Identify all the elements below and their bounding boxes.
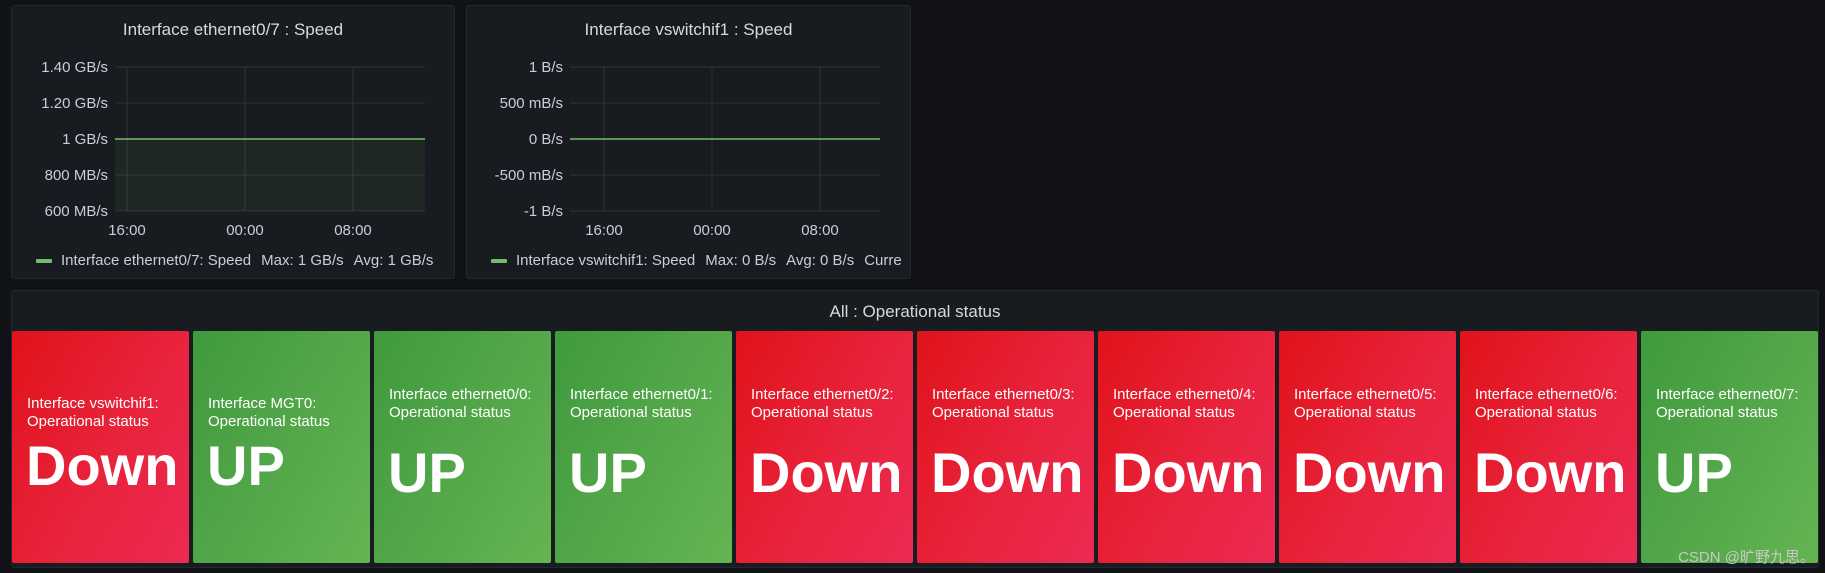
status-tile-value: Down [26, 434, 179, 497]
status-tile-label: Interface ethernet0/0: Operational statu… [389, 386, 532, 421]
status-tile[interactable]: Interface ethernet0/5: Operational statu… [1279, 331, 1456, 563]
status-tile-label: Interface ethernet0/7: Operational statu… [1656, 386, 1799, 421]
x-tick-label: 16:00 [585, 222, 623, 239]
x-tick-label: 00:00 [693, 222, 731, 239]
x-tick-label: 16:00 [108, 222, 146, 239]
legend-current: Curre [864, 252, 902, 269]
x-tick-label: 08:00 [801, 222, 839, 239]
legend-max: Max: 0 B/s [705, 252, 777, 269]
status-tile-label: Interface ethernet0/3: Operational statu… [932, 386, 1075, 421]
status-tile-value: UP [388, 441, 466, 504]
y-tick-label: 600 MB/s [45, 203, 108, 220]
series-area [115, 139, 425, 211]
chart-legend[interactable]: Interface ethernet0/7: Speed Max: 1 GB/s A… [36, 252, 450, 269]
status-tile-label: Interface ethernet0/6: Operational statu… [1475, 386, 1618, 421]
status-tile[interactable]: Interface MGT0: Operational status UP [193, 331, 370, 563]
status-tile-value: UP [569, 441, 647, 504]
status-tile-value: UP [1655, 441, 1733, 504]
speed-chart: 1.40 GB/s 1.20 GB/s 1 GB/s 800 MB/s 600 MB/s… [41, 59, 425, 239]
status-tile-value: Down [931, 441, 1084, 504]
y-tick-label: 800 MB/s [45, 167, 108, 184]
status-tile[interactable]: Interface ethernet0/1: Operational statu… [555, 331, 732, 563]
y-tick-label: 1 B/s [529, 59, 563, 76]
legend-avg: Avg: 0 B/s [786, 252, 855, 269]
status-tile-label: Interface ethernet0/1: Operational statu… [570, 386, 713, 421]
status-tile[interactable]: Interface ethernet0/7: Operational statu… [1641, 331, 1818, 563]
x-tick-label: 00:00 [226, 222, 264, 239]
status-tile-label: Interface vswitchif1: Operational status [27, 395, 159, 430]
legend-swatch [491, 259, 507, 264]
status-tile-value: Down [1474, 441, 1627, 504]
status-tile[interactable]: Interface ethernet0/6: Operational statu… [1460, 331, 1637, 563]
status-tile[interactable]: Interface ethernet0/2: Operational statu… [736, 331, 913, 563]
y-tick-label: 500 mB/s [500, 95, 563, 112]
speed-panel-ethernet0-7[interactable]: Interface ethernet0/7 : Speed 1.40 GB/s 1… [11, 5, 455, 279]
legend-series-name[interactable]: Interface vswitchif1: Speed [516, 252, 695, 269]
legend-series-name[interactable]: Interface ethernet0/7: Speed [61, 252, 251, 269]
y-tick-label: -1 B/s [524, 203, 563, 220]
status-tile-label: Interface ethernet0/2: Operational statu… [751, 386, 894, 421]
status-tile-value: Down [1293, 441, 1446, 504]
status-tile[interactable]: Interface ethernet0/0: Operational statu… [374, 331, 551, 563]
speed-panel-vswitchif1[interactable]: Interface vswitchif1 : Speed 1 B/s 500 mB… [466, 5, 911, 279]
y-tick-label: 1 GB/s [62, 131, 108, 148]
status-tile-label: Interface ethernet0/4: Operational statu… [1113, 386, 1256, 421]
status-tile[interactable]: Interface vswitchif1: Operational status… [12, 331, 189, 563]
legend-max: Max: 1 GB/s [261, 252, 344, 269]
status-tile-value: Down [750, 441, 903, 504]
status-tile-value: Down [1112, 441, 1265, 504]
y-tick-label: -500 mB/s [495, 167, 563, 184]
speed-chart: 1 B/s 500 mB/s 0 B/s -500 mB/s -1 B/s 16:00 00… [495, 59, 880, 239]
status-tile[interactable]: Interface ethernet0/4: Operational statu… [1098, 331, 1275, 563]
y-tick-label: 1.20 GB/s [41, 95, 108, 112]
watermark: CSDN @旷野九思。 [1678, 549, 1815, 566]
legend-swatch [36, 259, 52, 264]
y-tick-label: 1.40 GB/s [41, 59, 108, 76]
y-tick-label: 0 B/s [529, 131, 563, 148]
chart-legend[interactable]: Interface vswitchif1: Speed Max: 0 B/s Avg… [491, 252, 906, 269]
status-tile-label: Interface ethernet0/5: Operational statu… [1294, 386, 1437, 421]
status-tile-label: Interface MGT0: Operational status [208, 395, 330, 430]
legend-avg: Avg: 1 GB/s [353, 252, 434, 269]
panel-title[interactable]: All : Operational status [11, 302, 1819, 322]
status-tile-value: UP [207, 434, 285, 497]
status-tile[interactable]: Interface ethernet0/3: Operational statu… [917, 331, 1094, 563]
x-tick-label: 08:00 [334, 222, 372, 239]
